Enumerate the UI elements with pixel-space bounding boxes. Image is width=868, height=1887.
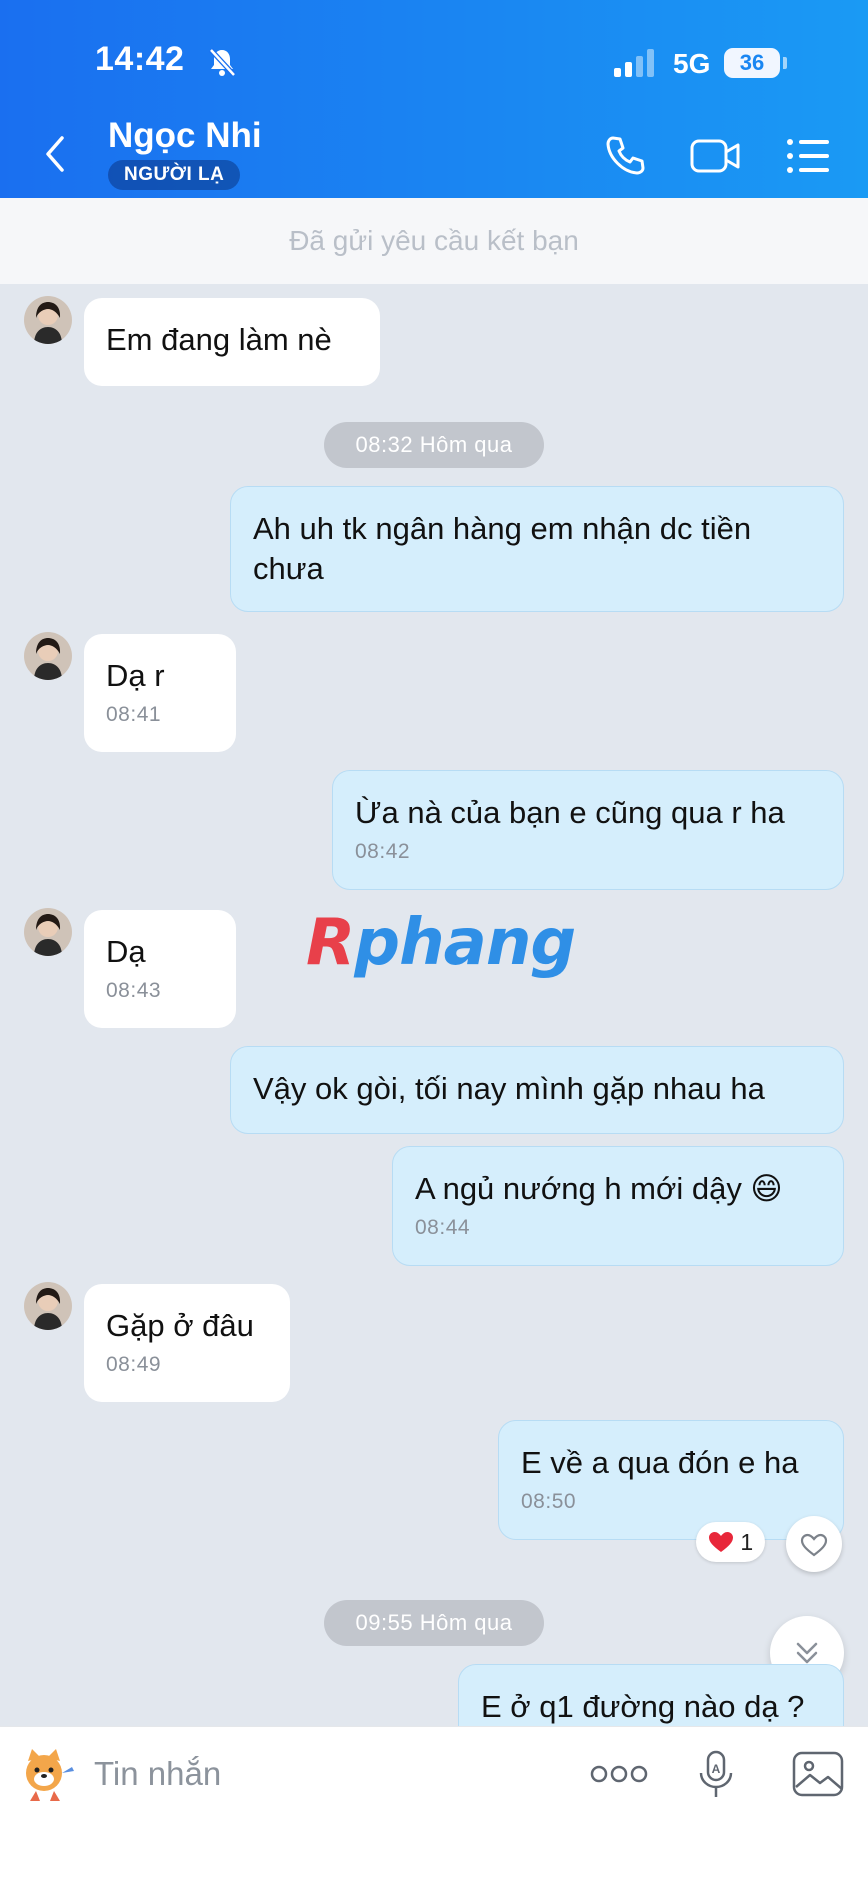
message-time: 08:50 — [521, 1490, 577, 1513]
mic-icon[interactable]: A — [696, 1749, 736, 1801]
message-text: Dạ — [106, 934, 146, 969]
message-text: E về a qua đón e ha — [521, 1445, 799, 1480]
svg-text:A: A — [712, 1762, 721, 1776]
message-bubble[interactable]: E ở q1 đường nào dạ ? — [458, 1664, 844, 1726]
heart-outline-icon — [800, 1533, 828, 1557]
avatar[interactable] — [24, 908, 72, 956]
message-input[interactable]: Tin nhắn — [94, 1755, 221, 1793]
message-time: 08:43 — [106, 979, 162, 1002]
avatar[interactable] — [24, 296, 72, 344]
message-bubble[interactable]: Dạ r 08:41 — [84, 634, 236, 752]
message-text: Gặp ở đâu — [106, 1308, 254, 1343]
back-icon[interactable] — [38, 132, 72, 176]
reaction-count: 1 — [740, 1529, 754, 1555]
image-icon[interactable] — [792, 1751, 844, 1797]
avatar[interactable] — [24, 1282, 72, 1330]
message-text: Em đang làm nè — [106, 322, 332, 357]
menu-icon[interactable] — [786, 136, 830, 176]
react-button[interactable] — [786, 1516, 842, 1572]
message-bubble[interactable]: Vậy ok gòi, tối nay mình gặp nhau ha — [230, 1046, 844, 1134]
reaction-badge[interactable]: 1 — [696, 1522, 766, 1562]
message-input-bar: Tin nhắn A — [0, 1726, 868, 1887]
message-bubble[interactable]: Ah uh tk ngân hàng em nhận dc tiền chưa — [230, 486, 844, 612]
friend-request-banner: Đã gửi yêu cầu kết bạn — [0, 198, 868, 284]
status-time: 14:42 — [95, 40, 185, 78]
phone-icon[interactable] — [603, 134, 647, 178]
message-text: A ngủ nướng h mới dậy 😄 — [415, 1171, 783, 1206]
message-bubble[interactable]: Em đang làm nè — [84, 298, 380, 386]
message-text: Dạ r — [106, 658, 165, 693]
more-icon[interactable] — [590, 1763, 648, 1785]
message-time: 08:44 — [415, 1216, 471, 1239]
message-text: Ừa nà của bạn e cũng qua r ha — [355, 795, 785, 830]
battery-level: 36 — [724, 48, 780, 78]
message-bubble[interactable]: Gặp ở đâu 08:49 — [84, 1284, 290, 1402]
message-time: 08:49 — [106, 1353, 162, 1376]
watermark-logo: Rphang — [306, 906, 576, 980]
network-label: 5G — [673, 48, 711, 79]
message-bubble[interactable]: A ngủ nướng h mới dậy 😄 08:44 — [392, 1146, 844, 1266]
sticker-icon[interactable] — [14, 1743, 80, 1805]
watermark-text: phang — [354, 906, 576, 980]
message-bubble[interactable]: Dạ 08:43 — [84, 910, 236, 1028]
message-text: Ah uh tk ngân hàng em nhận dc tiền chưa — [253, 511, 752, 586]
battery-tip — [783, 57, 787, 69]
heart-icon — [709, 1531, 733, 1552]
time-divider: 08:32 Hôm qua — [324, 422, 544, 468]
chat-header: 14:42 5G 36 Ngọc Nhi NGƯỜI LẠ — [0, 0, 868, 198]
video-call-icon[interactable] — [690, 136, 742, 176]
message-time: 08:42 — [355, 840, 411, 863]
message-text: E ở q1 đường nào dạ ? — [481, 1689, 805, 1724]
contact-name[interactable]: Ngọc Nhi — [108, 116, 262, 156]
message-text: Vậy ok gòi, tối nay mình gặp nhau ha — [253, 1071, 765, 1106]
bell-mute-icon — [209, 48, 236, 77]
stranger-badge: NGƯỜI LẠ — [108, 160, 241, 190]
chat-area[interactable]: Em đang làm nè 08:32 Hôm qua Ah uh tk ng… — [0, 284, 868, 1726]
message-time: 08:41 — [106, 703, 162, 726]
time-divider: 09:55 Hôm qua — [324, 1600, 544, 1646]
message-bubble[interactable]: Ừa nà của bạn e cũng qua r ha 08:42 — [332, 770, 844, 890]
signal-icon — [614, 49, 654, 77]
avatar[interactable] — [24, 632, 72, 680]
